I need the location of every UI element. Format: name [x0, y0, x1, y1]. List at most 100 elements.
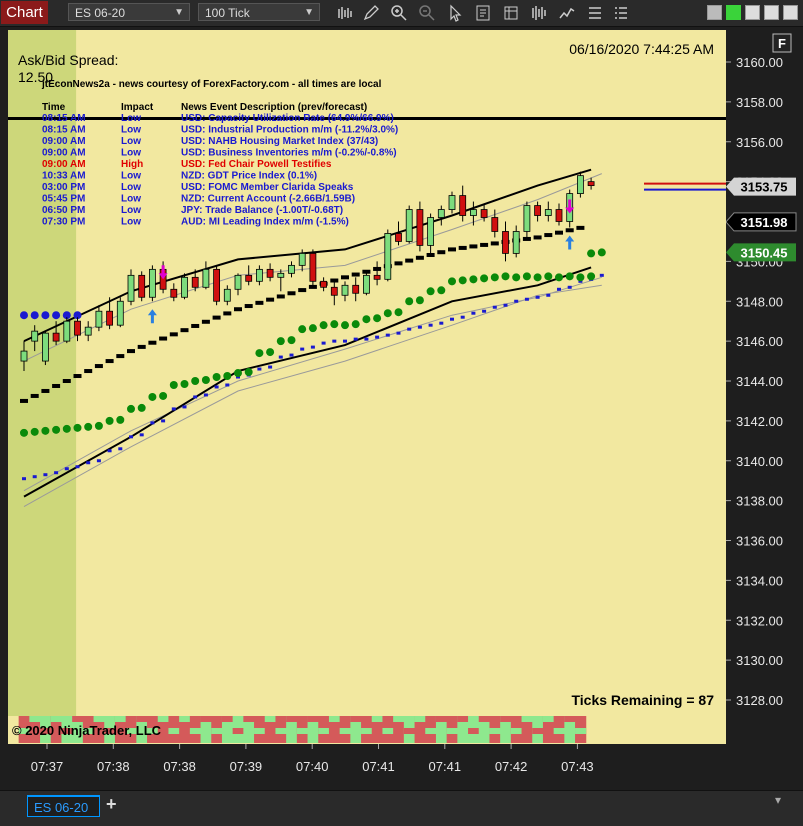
- price-tick-label: 3142.00: [736, 414, 783, 429]
- sar-blue-dash: [567, 285, 572, 289]
- candle-body: [405, 209, 413, 242]
- sar-blue-dash: [171, 407, 176, 411]
- mid-step-segment: [244, 304, 253, 309]
- green-dot: [533, 273, 542, 282]
- green-dot: [234, 369, 242, 378]
- cursor-icon[interactable]: [446, 4, 464, 22]
- green-dot: [30, 427, 39, 436]
- price-flag-label: 3151.98: [741, 215, 788, 230]
- chart-panel[interactable]: Ask/Bid Spread: 12.50 06/16/2020 7:44:25 A…: [8, 30, 726, 744]
- green-dot: [565, 272, 574, 281]
- tab-es-06-20[interactable]: ES 06-20: [27, 795, 100, 817]
- bar-type-icon[interactable]: [336, 4, 354, 22]
- candle-body: [427, 217, 435, 246]
- mid-step-segment: [565, 228, 574, 233]
- instrument-selector[interactable]: ES 06-20 ▼: [68, 3, 190, 21]
- status-indicator-button[interactable]: [726, 5, 741, 20]
- order-flow-subcell: [200, 716, 212, 722]
- order-flow-subcell: [307, 716, 319, 722]
- candle-body: [352, 284, 360, 294]
- lines-icon[interactable]: [586, 4, 604, 22]
- data-box-icon[interactable]: [502, 4, 520, 22]
- mid-step-segment: [555, 230, 563, 235]
- time-axis[interactable]: 07:37 07:38 07:38 07:39 07:40 07:41 07:41 07:42…: [8, 744, 726, 780]
- green-dot: [62, 424, 71, 433]
- order-flow-subcell: [221, 716, 234, 722]
- candle-body: [298, 252, 306, 266]
- news-row-time: 03:00 PM: [42, 182, 85, 193]
- chart-menu-button[interactable]: Chart: [1, 1, 48, 24]
- mid-step-segment: [298, 288, 307, 293]
- sar-blue-dash: [524, 297, 529, 301]
- order-flow-subcell: [403, 728, 416, 734]
- green-dot: [41, 426, 50, 435]
- order-flow-subcell: [232, 728, 244, 734]
- sar-blue-dash: [514, 299, 519, 303]
- mid-step-segment: [405, 258, 414, 263]
- news-row-impact: Low: [121, 113, 141, 124]
- order-flow-subcell: [575, 728, 587, 734]
- news-row-impact: Low: [121, 194, 141, 205]
- candle-body: [544, 209, 552, 216]
- candle-body: [469, 209, 477, 216]
- price-tick-label: 3140.00: [736, 454, 783, 469]
- mid-step-segment: [105, 359, 114, 364]
- mid-step-segment: [255, 300, 264, 305]
- scroll-arrow-icon[interactable]: ▾: [775, 793, 795, 811]
- order-flow-subcell: [361, 728, 373, 734]
- green-dot: [191, 377, 200, 385]
- candle-body: [63, 320, 71, 342]
- interval-selector[interactable]: 100 Tick ▼: [198, 3, 320, 21]
- candle-body: [106, 310, 113, 326]
- mid-step-segment: [20, 398, 28, 403]
- green-dot: [223, 372, 232, 381]
- candle-body: [277, 272, 285, 278]
- price-tick-label: 3144.00: [736, 374, 783, 389]
- zoom-out-icon[interactable]: [418, 4, 436, 22]
- price-tick-label: 3156.00: [736, 135, 783, 150]
- properties-icon[interactable]: [474, 4, 492, 22]
- news-header-time: Time: [42, 102, 66, 113]
- mid-step-segment: [522, 236, 531, 241]
- mid-step-segment: [223, 311, 232, 316]
- signal-arrow-up: [565, 235, 575, 250]
- sar-blue-dash: [96, 459, 101, 463]
- order-flow-subcell: [489, 728, 501, 734]
- sar-blue-dash: [428, 323, 433, 327]
- sar-blue-dash: [54, 471, 59, 475]
- sar-blue-dash: [417, 325, 422, 329]
- restore-button[interactable]: [764, 5, 779, 20]
- mid-step-segment: [159, 336, 168, 341]
- sar-blue-dash: [503, 303, 508, 307]
- sar-blue-dash: [182, 405, 187, 409]
- price-axis[interactable]: F 3128.00 3130.00 3132.00 3134.00 3136.00 3138…: [725, 30, 797, 744]
- mid-step-segment: [30, 393, 39, 398]
- draw-pencil-icon[interactable]: [362, 4, 380, 22]
- green-dot: [415, 296, 424, 305]
- strategy-icon[interactable]: [530, 4, 548, 22]
- candle-body: [384, 233, 392, 280]
- menu-lines-icon[interactable]: [612, 4, 630, 22]
- order-flow-subcell: [500, 716, 512, 722]
- candle-body: [448, 195, 456, 210]
- mid-step-segment: [94, 364, 103, 369]
- sar-blue-dash: [396, 331, 401, 335]
- maximize-button[interactable]: [745, 5, 760, 20]
- news-row-time: 06:50 PM: [42, 205, 85, 216]
- indicators-icon[interactable]: [558, 4, 576, 22]
- green-dot: [458, 276, 467, 285]
- sar-blue-dash: [203, 393, 208, 397]
- add-tab-button[interactable]: +: [106, 794, 117, 815]
- sar-blue-dash: [385, 333, 390, 337]
- candle-body: [320, 280, 328, 288]
- order-flow-subcell: [179, 716, 191, 722]
- green-dot: [490, 273, 499, 282]
- close-button[interactable]: [783, 5, 798, 20]
- price-flag-label: 3150.45: [741, 245, 788, 260]
- zoom-in-icon[interactable]: [390, 4, 408, 22]
- mid-step-segment: [41, 388, 50, 393]
- minimize-button[interactable]: [707, 5, 722, 20]
- mid-step-segment: [234, 307, 242, 312]
- mid-step-segment: [212, 315, 221, 320]
- mid-step-segment: [266, 297, 275, 302]
